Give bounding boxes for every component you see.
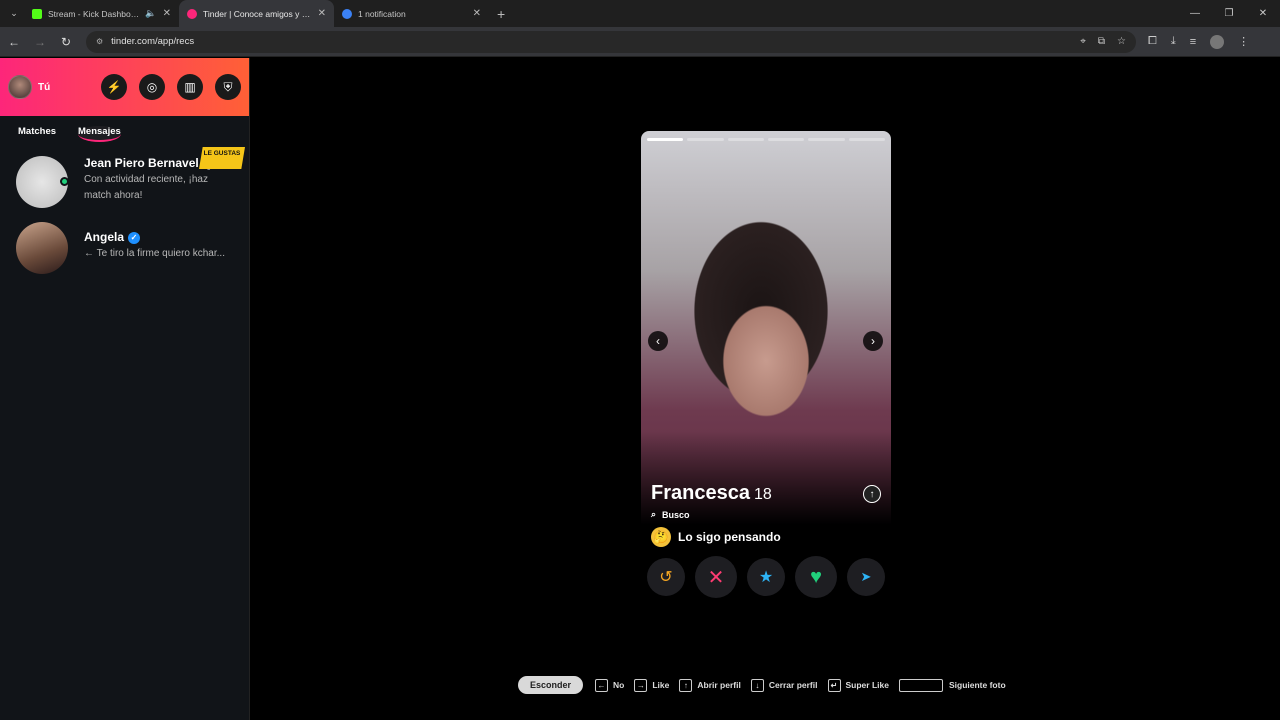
tab-tinder[interactable]: Tinder | Conoce amigos y gente ✕ (179, 0, 334, 27)
sidebar-header: Tú ⚡ ◎ ▥ ⛨ (0, 58, 249, 116)
right-arrow-key-icon: → (634, 678, 648, 692)
hint-open-profile: Abrir perfil (697, 680, 741, 690)
left-arrow-key-icon: ← (595, 678, 609, 692)
rewind-button[interactable]: ↺ (647, 558, 685, 596)
photo-progress-segment[interactable] (808, 138, 845, 141)
bookmark-star-icon[interactable]: ☆ (1117, 36, 1126, 47)
menu-icon[interactable]: ⋮ (1238, 35, 1249, 48)
hint-no: No (613, 680, 625, 690)
close-tab-icon[interactable]: ✕ (473, 8, 481, 19)
message-name: Angela (84, 230, 125, 244)
tab-title: Stream - Kick Dashboard (48, 8, 140, 19)
message-preview: Con actividad reciente, ¡haz match ahora… (84, 174, 208, 201)
profile-info: Francesca 18 ⌕ Busco 🤔 Lo sigo pensando (651, 482, 881, 547)
profile-age: 18 (753, 486, 772, 503)
hint-like: Like (652, 680, 670, 690)
boost-bolt-icon[interactable]: ⚡ (101, 74, 127, 100)
tinder-favicon-icon (187, 8, 197, 19)
message-preview: ← Te tiro la firme quiero kchar... (84, 248, 225, 259)
download-icon[interactable]: ⤓ (1171, 35, 1176, 48)
tab-title: 1 notification (358, 8, 406, 19)
minimize-icon[interactable]: — (1178, 0, 1212, 27)
profile-name: Francesca (651, 482, 750, 504)
work-briefcase-icon[interactable]: ▥ (177, 74, 203, 100)
verified-check-icon: ✓ (128, 231, 141, 244)
reload-icon[interactable]: ↻ (54, 35, 78, 49)
tab-matches[interactable]: Matches (18, 126, 56, 142)
close-tab-icon[interactable]: ✕ (318, 8, 326, 19)
tab-search-icon[interactable]: ⌄ (4, 4, 24, 24)
hide-hints-button[interactable]: Esconder (518, 676, 584, 694)
space-key-icon (898, 678, 943, 692)
up-arrow-key-icon: ↑ (679, 678, 693, 692)
back-icon[interactable]: ← (2, 35, 26, 49)
url-text: tinder.com/app/recs (111, 36, 195, 47)
keyboard-hints: Esconder ← No → Like ↑ Abrir perfil ↓ Cerrar… (518, 675, 1016, 695)
search-icon: ⌕ (651, 509, 657, 519)
address-toolbar: ← → ↻ ⚙ tinder.com/app/recs ⌖ ⧉ ☆ ⧠ ⤓ ≡ … (0, 27, 1280, 57)
down-arrow-key-icon: ↓ (750, 678, 764, 692)
media-icon[interactable]: ≡ (1190, 36, 1196, 48)
super-like-button[interactable]: ★ (747, 558, 785, 596)
profile-avatar-icon[interactable] (1210, 34, 1225, 49)
action-buttons: ↺ ✕ ★ ♥ ➤ (641, 556, 891, 598)
photo-progress (647, 138, 885, 141)
restore-icon[interactable]: ❐ (1212, 0, 1246, 27)
profile-card[interactable]: ‹ › Francesca 18 ⌕ Busco 🤔 Lo sigo pensando… (641, 131, 891, 601)
close-window-icon[interactable]: ✕ (1246, 0, 1280, 27)
boost-send-button[interactable]: ➤ (847, 558, 885, 596)
extensions-icon[interactable]: ⧠ (1148, 35, 1157, 48)
message-item[interactable]: Jean Piero Bernavel Qu Con actividad rec… (0, 147, 249, 214)
prev-photo-chevron-icon[interactable]: ‹ (648, 331, 668, 351)
tab-messages[interactable]: Mensajes (78, 126, 121, 142)
hint-super-like: Super Like (845, 680, 889, 690)
safety-shield-icon[interactable]: ⛨ (215, 74, 241, 100)
user-avatar[interactable] (8, 75, 32, 99)
window-controls: — ❐ ✕ (1178, 0, 1280, 27)
avatar (16, 156, 69, 208)
likes-you-badge: LE GUSTAS (199, 147, 245, 169)
site-info-icon[interactable]: ⚙ (96, 37, 103, 46)
url-field[interactable]: ⚙ tinder.com/app/recs ⌖ ⧉ ☆ (86, 30, 1136, 53)
looking-for-label: Busco (662, 509, 690, 520)
sidebar-tabs: Matches Mensajes (0, 116, 249, 142)
browser-tab-bar: ⌄ Stream - Kick Dashboard 🔈 ✕ Tinder | C… (0, 0, 1280, 27)
like-button[interactable]: ♥ (795, 556, 837, 598)
new-tab-icon[interactable]: + (497, 6, 505, 22)
open-profile-arrow-icon[interactable]: ↑ (863, 485, 881, 503)
tab-title: Tinder | Conoce amigos y gente (203, 8, 312, 19)
online-indicator (60, 177, 69, 186)
tab-kick[interactable]: Stream - Kick Dashboard 🔈 ✕ (24, 0, 179, 27)
explore-compass-icon[interactable]: ◎ (139, 74, 165, 100)
nope-button[interactable]: ✕ (695, 556, 737, 598)
kick-favicon-icon (32, 8, 42, 19)
install-icon[interactable]: ⧉ (1098, 36, 1105, 47)
forward-icon[interactable]: → (28, 35, 52, 49)
enter-key-icon: ↵ (827, 678, 841, 692)
next-photo-chevron-icon[interactable]: › (863, 331, 883, 351)
photo-progress-segment[interactable] (687, 138, 724, 141)
speaker-icon[interactable]: 🔈 (145, 8, 156, 19)
photo-progress-segment[interactable] (647, 138, 684, 141)
photo-progress-segment[interactable] (767, 138, 805, 141)
location-icon[interactable]: ⌖ (1080, 36, 1086, 47)
avatar (16, 222, 68, 274)
close-tab-icon[interactable]: ✕ (163, 8, 171, 19)
relationship-goal: Lo sigo pensando (678, 530, 781, 544)
tab-notification[interactable]: 1 notification ✕ (334, 0, 489, 27)
hint-close-profile: Cerrar perfil (768, 680, 818, 690)
photo-progress-segment[interactable] (727, 138, 764, 141)
user-name[interactable]: Tú (38, 82, 50, 93)
photo-progress-segment[interactable] (848, 138, 885, 141)
sidebar: Tú ⚡ ◎ ▥ ⛨ Matches Mensajes Jean Piero B… (0, 58, 250, 720)
thinking-emoji-icon: 🤔 (651, 527, 671, 547)
hint-next-photo: Siguiente foto (948, 680, 1006, 690)
notification-favicon-icon (342, 8, 352, 19)
message-item[interactable]: Angela ✓ ← Te tiro la firme quiero kchar.… (0, 214, 249, 280)
